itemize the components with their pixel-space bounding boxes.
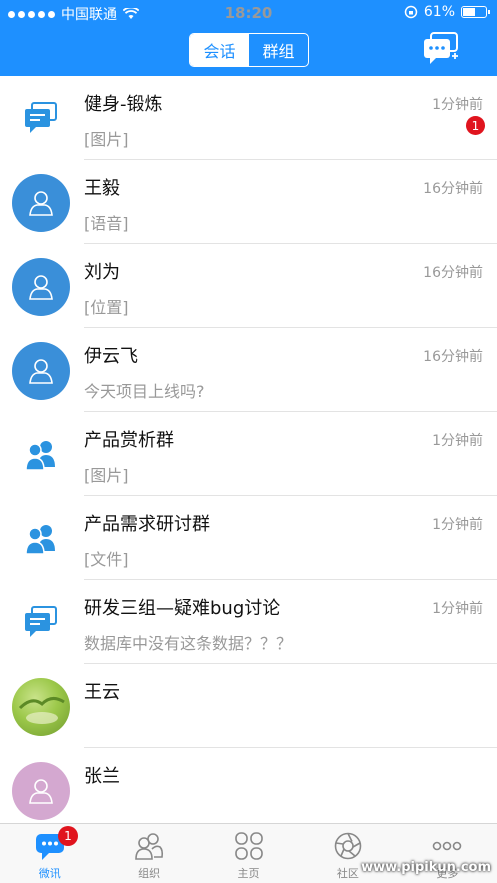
group-people-icon — [12, 426, 70, 484]
conversation-name: 王云 — [84, 682, 120, 703]
conversation-time: 1分钟前 — [432, 601, 483, 617]
segment-conversations[interactable]: 会话 — [190, 34, 249, 66]
group-chat-icon — [12, 594, 70, 652]
tab-unread-badge: 1 — [58, 826, 78, 846]
conversation-time: 1分钟前 — [432, 433, 483, 449]
rotation-lock-icon — [404, 5, 418, 19]
user-avatar-icon — [12, 258, 70, 316]
group-chat-icon — [12, 90, 70, 148]
tab-label: 主页 — [237, 867, 260, 880]
conversation-item[interactable]: 健身-锻炼 1分钟前 [图片] 1 — [0, 76, 497, 160]
organization-icon — [133, 830, 165, 862]
conversation-name: 产品需求研讨群 — [84, 514, 210, 535]
conversation-item[interactable]: 王云 — [0, 664, 497, 748]
conversation-preview: 数据库中没有这条数据？？？ — [84, 634, 293, 653]
conversation-name: 伊云飞 — [84, 346, 138, 367]
conversation-item[interactable]: 产品赏析群 1分钟前 [图片] — [0, 412, 497, 496]
conversation-time: 16分钟前 — [423, 349, 483, 365]
conversation-preview: 今天项目上线吗? — [84, 382, 205, 401]
tab-label: 社区 — [336, 867, 359, 880]
user-avatar-icon — [12, 762, 70, 820]
new-chat-button[interactable] — [421, 31, 461, 67]
nav-bar: 会话 群组 — [0, 27, 497, 76]
tab-label: 组织 — [138, 867, 161, 880]
conversation-preview: [图片] — [84, 466, 129, 485]
conversation-time: 16分钟前 — [423, 181, 483, 197]
battery-percent: 61% — [423, 4, 455, 20]
conversation-item[interactable]: 研发三组—疑难bug讨论 1分钟前 数据库中没有这条数据？？？ — [0, 580, 497, 664]
home-grid-icon — [233, 830, 265, 862]
conversation-name: 张兰 — [84, 766, 120, 787]
tab-home[interactable]: 主页 — [199, 824, 298, 883]
segment-groups[interactable]: 群组 — [249, 34, 308, 66]
conversation-item[interactable]: 张兰 — [0, 748, 497, 832]
conversation-item[interactable]: 刘为 16分钟前 [位置] — [0, 244, 497, 328]
conversation-name: 健身-锻炼 — [84, 94, 163, 115]
photo-avatar — [12, 678, 70, 736]
conversation-name: 研发三组—疑难bug讨论 — [84, 598, 281, 619]
tab-messages[interactable]: 微讯 1 — [0, 824, 99, 883]
user-avatar-icon — [12, 174, 70, 232]
conversation-item[interactable]: 伊云飞 16分钟前 今天项目上线吗? — [0, 328, 497, 412]
conversation-preview: [位置] — [84, 298, 129, 317]
conversation-name: 产品赏析群 — [84, 430, 174, 451]
conversation-item[interactable]: 产品需求研讨群 1分钟前 [文件] — [0, 496, 497, 580]
tab-organization[interactable]: 组织 — [99, 824, 198, 883]
status-bar: 中国联通 18:20 61% — [0, 0, 497, 27]
conversation-time: 1分钟前 — [432, 97, 483, 113]
conversation-preview: [图片] — [84, 130, 129, 149]
watermark: www.pipikun.com — [361, 860, 491, 875]
conversation-list: 健身-锻炼 1分钟前 [图片] 1 王毅 16分钟前 [语音] 刘为 16分钟前… — [0, 76, 497, 832]
more-dots-icon — [431, 830, 463, 862]
community-aperture-icon — [332, 830, 364, 862]
segmented-control: 会话 群组 — [189, 33, 309, 67]
conversation-preview: [文件] — [84, 550, 129, 569]
conversation-preview: [语音] — [84, 214, 129, 233]
conversation-name: 刘为 — [84, 262, 120, 283]
conversation-time: 1分钟前 — [432, 517, 483, 533]
conversation-item[interactable]: 王毅 16分钟前 [语音] — [0, 160, 497, 244]
user-avatar-icon — [12, 342, 70, 400]
tab-label: 微讯 — [38, 867, 61, 880]
unread-badge: 1 — [466, 116, 485, 135]
battery-icon — [461, 6, 490, 18]
conversation-name: 王毅 — [84, 178, 120, 199]
group-people-icon — [12, 510, 70, 568]
new-chat-icon — [424, 32, 458, 64]
conversation-time: 16分钟前 — [423, 265, 483, 281]
